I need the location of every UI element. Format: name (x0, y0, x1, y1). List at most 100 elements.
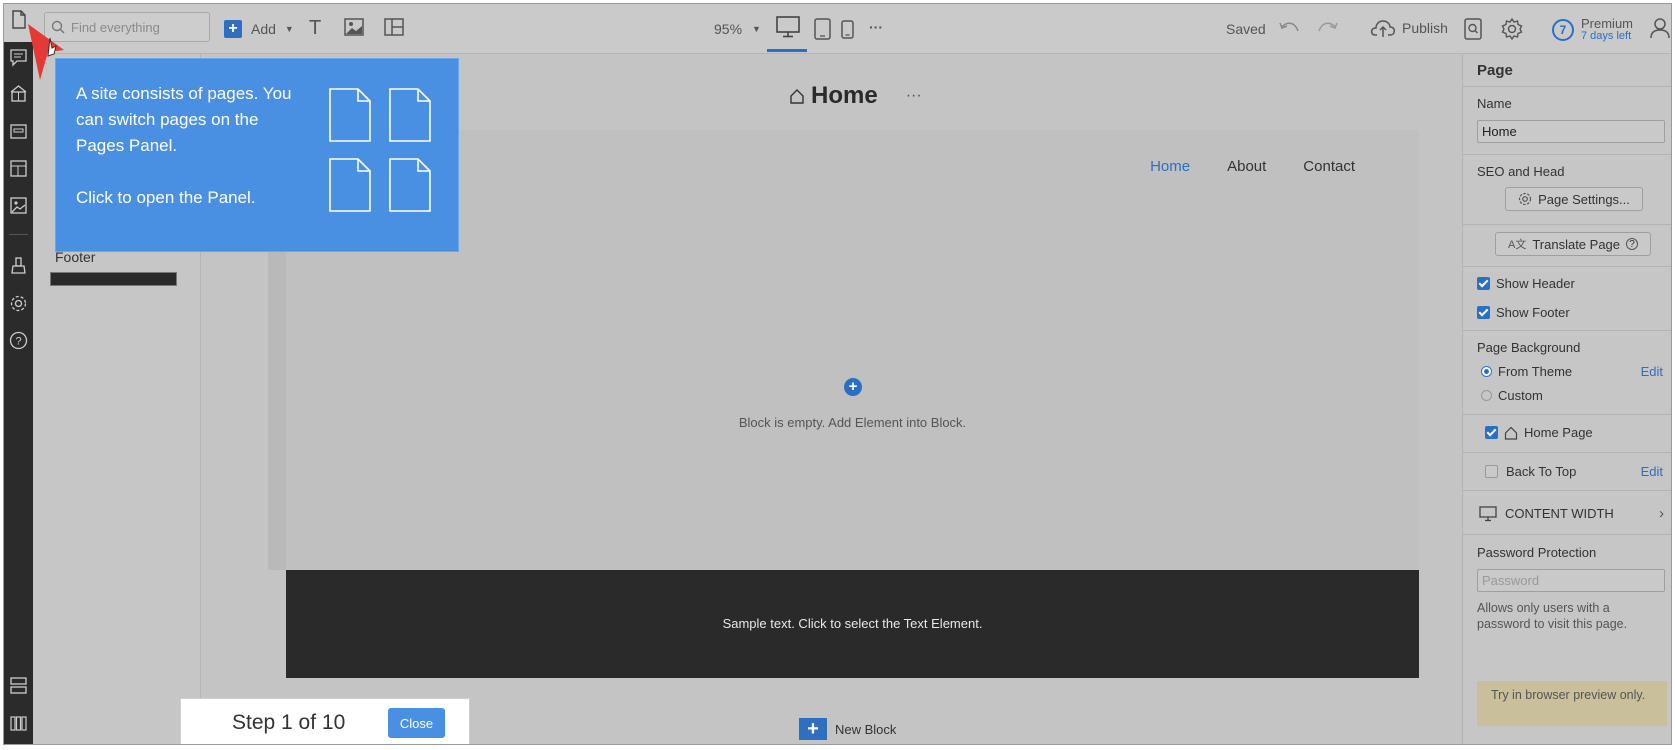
panel-divider (1463, 330, 1671, 331)
empty-block-message: Block is empty. Add Element into Block. (738, 415, 967, 430)
premium-days-icon: 7 (1552, 19, 1574, 41)
panel-title: Page (1477, 62, 1513, 79)
panel-divider (1463, 86, 1671, 87)
monitor-icon (1479, 505, 1497, 521)
show-footer-label: Show Footer (1496, 305, 1570, 320)
content-width-row[interactable]: CONTENT WIDTH › (1479, 505, 1664, 522)
svg-text:?: ? (15, 336, 21, 348)
image-tool-icon[interactable] (344, 18, 364, 36)
page-settings-label: Page Settings... (1538, 191, 1630, 207)
edit-back-to-top-link[interactable]: Edit (1641, 464, 1663, 479)
content-width-label: CONTENT WIDTH (1505, 506, 1614, 521)
from-theme-label: From Theme (1498, 364, 1573, 379)
bg-custom-option[interactable]: Custom (1481, 388, 1543, 403)
translate-label: Translate Page (1532, 236, 1621, 252)
editor-window: + Add ▼ T 95% ▼ ··· Saved (3, 3, 1672, 745)
page-menu-icon[interactable]: ··· (906, 87, 922, 105)
nav-item-about[interactable]: About (1227, 158, 1266, 175)
footer-sample-text[interactable]: Sample text. Click to select the Text El… (286, 616, 1419, 631)
left-icon-rail: ? (4, 4, 33, 744)
zoom-select[interactable]: 95% ▼ (714, 21, 761, 37)
page-title: Home ··· (789, 82, 922, 110)
media-icon[interactable] (9, 196, 28, 215)
publish-button[interactable]: Publish (1370, 18, 1448, 38)
add-label: Add (251, 21, 276, 37)
settings-gear-icon[interactable] (1500, 17, 1524, 41)
desktop-view-icon[interactable] (776, 16, 800, 38)
show-header-toggle[interactable]: Show Header (1477, 276, 1575, 291)
design-brush-icon[interactable] (9, 256, 28, 275)
site-settings-icon[interactable] (9, 294, 28, 313)
home-icon (790, 89, 804, 104)
search-input[interactable] (71, 19, 201, 35)
panel-divider (1463, 266, 1671, 267)
preview-icon[interactable] (1464, 18, 1482, 40)
page-name-input[interactable] (1477, 120, 1665, 143)
footer-block[interactable]: Sample text. Click to select the Text El… (286, 570, 1419, 678)
show-footer-checkbox[interactable] (1477, 306, 1490, 319)
edit-background-link[interactable]: Edit (1641, 364, 1663, 379)
add-element-icon[interactable]: + (844, 378, 862, 396)
blocks-icon[interactable] (9, 159, 28, 178)
show-footer-toggle[interactable]: Show Footer (1477, 305, 1570, 320)
translate-icon: A文 (1507, 239, 1527, 251)
caret-down-icon: ▼ (284, 24, 294, 34)
new-block-label: New Block (835, 721, 897, 737)
premium-title: Premium (1581, 16, 1634, 31)
translate-page-button[interactable]: A文 Translate Page ? (1495, 232, 1651, 256)
panel-divider (1463, 224, 1671, 225)
saved-status: Saved (1226, 21, 1266, 37)
page-title-text: Home (811, 82, 878, 109)
premium-days-left: 7 days left (1581, 30, 1632, 42)
pages-illustration-icon (329, 88, 431, 212)
password-input[interactable] (1477, 569, 1665, 592)
back-to-top-checkbox[interactable] (1485, 465, 1498, 478)
preview-only-note: Try in browser preview only. (1477, 681, 1667, 726)
tour-pointer-icon (28, 24, 64, 80)
close-tour-button[interactable]: Close (388, 708, 445, 738)
home-page-toggle[interactable]: Home Page (1485, 425, 1593, 440)
nav-item-home[interactable]: Home (1150, 158, 1190, 175)
footer-thumbnail[interactable] (50, 272, 177, 286)
gear-icon (1519, 192, 1532, 206)
back-to-top-toggle[interactable]: Back To Top (1485, 464, 1576, 479)
show-header-label: Show Header (1496, 276, 1575, 291)
home-page-label: Home Page (1524, 425, 1593, 440)
from-theme-radio[interactable] (1481, 366, 1492, 377)
seo-label: SEO and Head (1477, 164, 1565, 179)
page-settings-button[interactable]: Page Settings... (1505, 187, 1643, 211)
layout-tool-icon[interactable] (384, 18, 404, 36)
plus-icon: + (224, 20, 242, 38)
tour-step-bar: Step 1 of 10 Close (180, 698, 470, 744)
help-icon[interactable]: ? (9, 331, 28, 350)
password-protection-label: Password Protection (1477, 545, 1597, 560)
premium-badge[interactable]: 7 Premium 7 days left (1552, 17, 1633, 43)
new-block-button[interactable]: + New Block (799, 718, 896, 740)
add-button[interactable]: + Add ▼ (224, 20, 294, 38)
custom-radio[interactable] (1481, 390, 1492, 401)
cloud-upload-icon (1370, 20, 1395, 37)
info-icon: ? (1626, 238, 1639, 250)
zoom-value: 95% (714, 21, 743, 37)
bg-from-theme-option[interactable]: From Theme (1481, 364, 1572, 379)
user-account-icon[interactable] (1649, 17, 1671, 39)
show-header-checkbox[interactable] (1477, 277, 1490, 290)
panel-divider (1463, 534, 1671, 535)
redo-icon[interactable] (1316, 19, 1338, 37)
mobile-view-icon[interactable] (841, 20, 854, 39)
name-label: Name (1477, 96, 1512, 111)
password-help-text: Allows only users with a password to vis… (1477, 601, 1628, 631)
store-icon[interactable] (9, 84, 28, 103)
forms-icon[interactable] (9, 122, 28, 141)
more-views-icon[interactable]: ··· (869, 19, 883, 35)
nav-item-contact[interactable]: Contact (1303, 158, 1355, 175)
back-to-top-label: Back To Top (1506, 464, 1577, 479)
text-tool-icon[interactable]: T (309, 17, 321, 40)
onboarding-tooltip[interactable]: A site consists of pages. You can switch… (55, 58, 459, 252)
tablet-view-icon[interactable] (814, 18, 831, 40)
layers-icon[interactable] (9, 676, 28, 695)
home-page-checkbox[interactable] (1485, 426, 1498, 439)
home-icon (1504, 426, 1518, 440)
undo-icon[interactable] (1279, 19, 1301, 37)
columns-icon[interactable] (9, 714, 28, 733)
